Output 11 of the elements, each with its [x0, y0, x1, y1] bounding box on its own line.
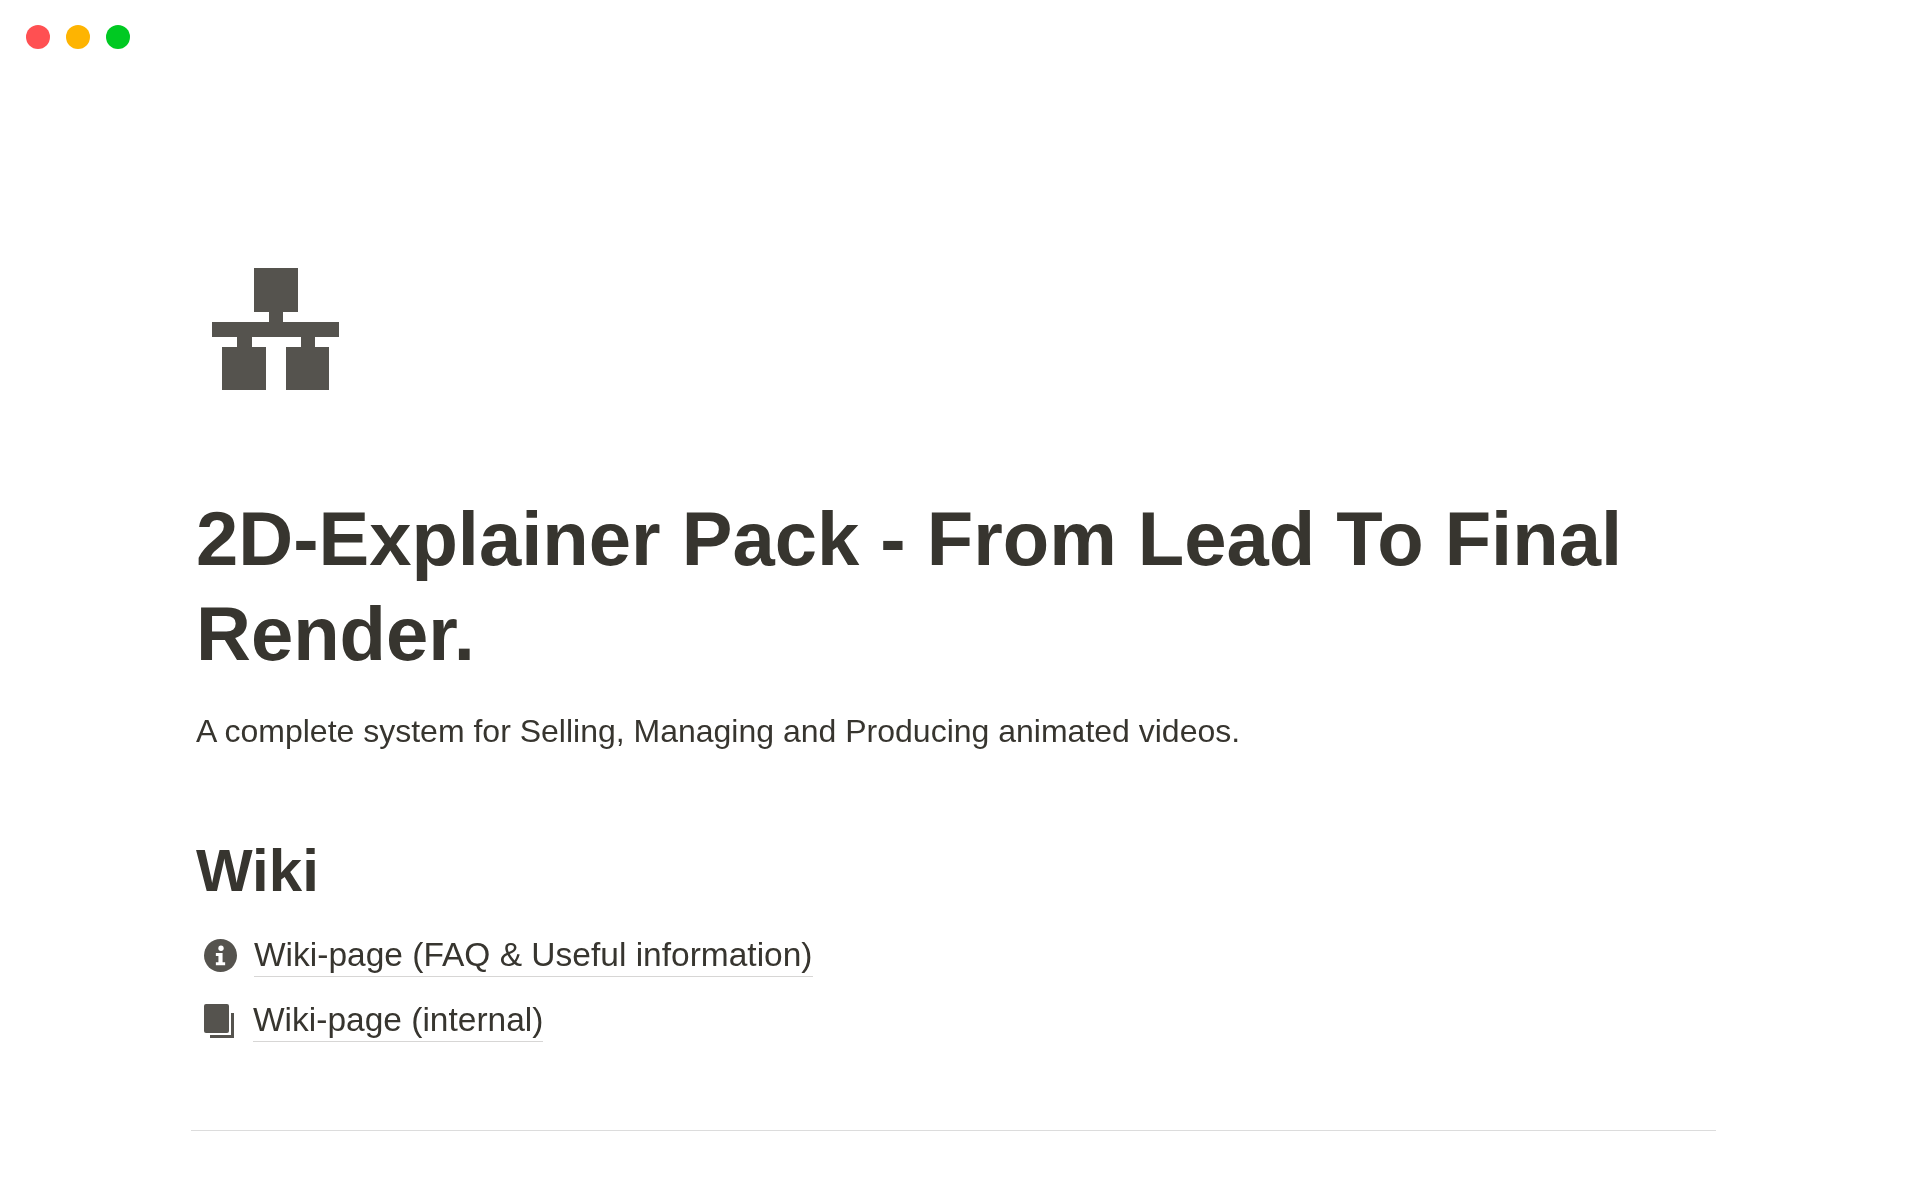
page-title: 2D-Explainer Pack - From Lead To Final Render.: [196, 495, 1624, 678]
page-link[interactable]: Wiki-page (FAQ & Useful information): [254, 934, 813, 977]
hierarchy-icon: [212, 268, 339, 390]
minimize-button[interactable]: [66, 25, 90, 49]
zoom-button[interactable]: [106, 25, 130, 49]
pages-icon: [204, 1003, 236, 1038]
info-icon: [204, 939, 237, 972]
section-heading: Wiki: [196, 836, 320, 906]
close-button[interactable]: [26, 25, 50, 49]
page-link[interactable]: Wiki-page (internal): [253, 999, 544, 1042]
page-description: A complete system for Selling, Managing and Producing animated videos.: [196, 712, 1242, 751]
